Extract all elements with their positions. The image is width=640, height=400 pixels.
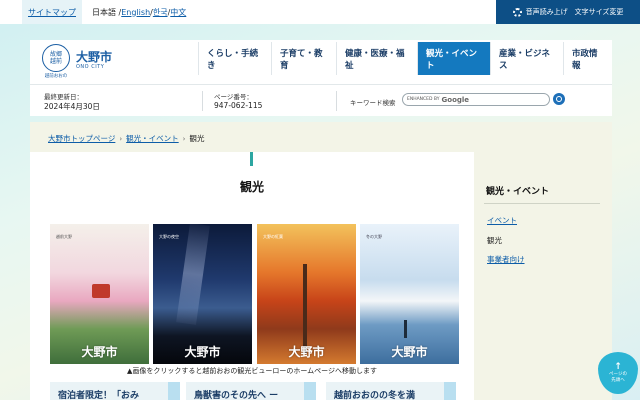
poster-title: 大野市 [81, 345, 118, 359]
milky-way-graphic [176, 224, 210, 325]
gear-icon [512, 7, 522, 17]
nav-city-info[interactable]: 市政情報 [563, 42, 612, 75]
accent-marker [250, 152, 253, 166]
chevron-right-icon: › [182, 134, 186, 143]
page-number: 947-062-115 [214, 101, 263, 110]
updated-date: 2024年4月30日 [44, 102, 100, 111]
nav-childcare[interactable]: 子育て・教育 [271, 42, 336, 75]
page-top-button[interactable]: ↑ ページの 先頭へ [598, 352, 638, 394]
keyword-search-label: キーワード検索 [350, 99, 396, 107]
page-info-bar: 最終更新日： 2024年4月30日 ページ番号： 947-062-115 キーワ… [30, 84, 612, 116]
google-logo-text: Google [441, 95, 470, 104]
poster-caption: ▲画像をクリックすると越前おおの観光ビューローのホームページへ移動します [126, 367, 378, 375]
page-number-label: ページ番号： [214, 93, 253, 101]
article-card[interactable]: 越前おおのの冬を満 [326, 382, 456, 400]
emblem-subtext: 越前おおの [44, 74, 68, 79]
nav-health[interactable]: 健康・医療・福祉 [336, 42, 417, 75]
article-card-title: 越前おおのの冬を満 [334, 391, 416, 400]
sidebar-divider [484, 203, 600, 204]
article-card-title: 鳥獣害のその先へ ー [194, 391, 279, 400]
city-emblem-logo[interactable]: 故郷 越前 [42, 44, 70, 72]
voice-and-font-size-button[interactable]: 音声読み上げ 文字サイズ変更 [496, 0, 640, 24]
poster-title: 大野市 [184, 345, 221, 359]
search-input[interactable]: ENHANCED BY Google [402, 93, 550, 106]
card-accent [168, 382, 180, 400]
person-graphic [404, 320, 407, 338]
breadcrumb: 大野市トップページ › 観光・イベント › 観光 [48, 133, 204, 144]
sidebar-title: 観光・イベント [486, 187, 550, 197]
poster-subtitle: 越前大野 [56, 234, 72, 239]
page-top-label-2: 先頭へ [611, 378, 625, 383]
sitemap-tab[interactable]: サイトマップ [22, 0, 82, 24]
search-enhanced-by: ENHANCED BY [407, 97, 440, 102]
divider [336, 91, 337, 111]
site-header: 故郷 越前 越前おおの 大野市 ONO CITY くらし・手続き 子育て・教育 … [30, 40, 612, 84]
voice-button-label: 音声読み上げ 文字サイズ変更 [525, 8, 624, 16]
nav-industry[interactable]: 産業・ビジネス [490, 42, 563, 75]
tree-trunk-graphic [303, 264, 307, 354]
poster-winter[interactable]: 冬の大野 大野市 [360, 224, 459, 364]
article-card[interactable]: 鳥獣害のその先へ ー [186, 382, 316, 400]
poster-subtitle: 冬の大野 [366, 234, 382, 239]
card-accent [444, 382, 456, 400]
train-graphic [92, 284, 110, 298]
language-switcher: 日本語 / English / 한국 / 中文 [92, 0, 186, 24]
lang-chinese-link[interactable]: 中文 [170, 7, 186, 18]
poster-subtitle: 大野の夜空 [159, 234, 179, 239]
arrow-up-icon: ↑ [614, 362, 622, 372]
sitemap-link[interactable]: サイトマップ [28, 7, 76, 18]
chevron-right-icon: › [119, 134, 123, 143]
search-icon[interactable] [553, 93, 565, 105]
article-card[interactable]: 宿泊者限定！「おみ [50, 382, 180, 400]
lang-english-link[interactable]: English [121, 8, 150, 17]
breadcrumb-home[interactable]: 大野市トップページ [48, 133, 115, 144]
poster-subtitle: 大野の紅葉 [263, 234, 283, 239]
nav-tourism[interactable]: 観光・イベント [417, 42, 490, 75]
breadcrumb-parent[interactable]: 観光・イベント [126, 133, 179, 144]
breadcrumb-current: 観光 [189, 134, 205, 143]
divider [202, 91, 203, 111]
global-navigation: くらし・手続き 子育て・教育 健康・医療・福祉 観光・イベント 産業・ビジネス … [198, 42, 612, 75]
poster-title: 大野市 [391, 345, 428, 359]
top-utility-bar: サイトマップ 日本語 / English / 한국 / 中文 音声読み上げ 文字… [0, 0, 640, 24]
emblem-text: 故郷 越前 [49, 51, 62, 65]
poster-title: 大野市 [288, 345, 325, 359]
nav-living[interactable]: くらし・手続き [198, 42, 271, 75]
sidebar-item-tourism: 観光 [487, 236, 502, 245]
updated-label: 最終更新日： [44, 93, 83, 101]
card-accent [304, 382, 316, 400]
poster-autumn[interactable]: 大野の紅葉 大野市 [257, 224, 356, 364]
article-card-title: 宿泊者限定！「おみ [58, 391, 140, 400]
page-title: 観光 [239, 180, 264, 194]
poster-night[interactable]: 大野の夜空 大野市 [153, 224, 252, 364]
sidebar-item-event[interactable]: イベント [487, 215, 517, 226]
city-name[interactable]: 大野市 [76, 48, 112, 65]
sidebar-item-business[interactable]: 事業者向け [487, 254, 525, 265]
lang-japanese: 日本語 / [92, 7, 122, 17]
poster-spring[interactable]: 越前大野 大野市 [50, 224, 149, 364]
lang-korean-link[interactable]: 한국 [153, 7, 168, 18]
city-name-english: ONO CITY [76, 64, 105, 70]
